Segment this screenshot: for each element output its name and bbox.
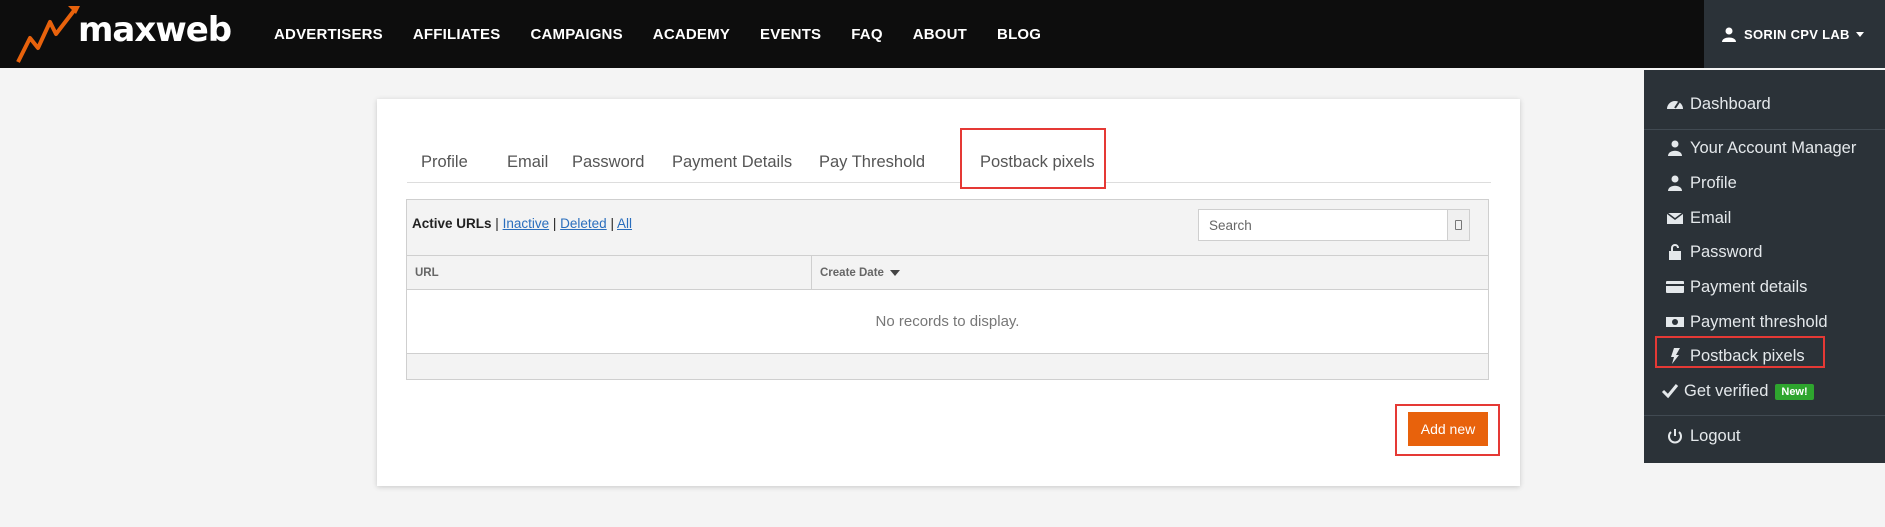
dashboard-icon [1667, 101, 1683, 109]
checkmark-icon [1661, 384, 1679, 399]
filter-separator: | [610, 216, 614, 231]
create-date-label: Create Date [820, 267, 884, 279]
grid-footer [407, 353, 1488, 379]
menu-item-payment-threshold[interactable]: Payment threshold [1644, 306, 1885, 338]
filter-all-link[interactable]: All [617, 216, 632, 231]
get-verified-text: Get verified [1684, 382, 1769, 400]
filter-separator: | [495, 216, 499, 231]
menu-label-payment-details: Payment details [1690, 278, 1808, 296]
tab-payment-details[interactable]: Payment Details [672, 153, 792, 172]
new-badge: New! [1775, 384, 1814, 400]
menu-item-password[interactable]: Password [1644, 236, 1885, 268]
menu-item-account-manager[interactable]: Your Account Manager [1644, 132, 1885, 164]
menu-divider [1644, 415, 1885, 416]
filter-deleted-link[interactable]: Deleted [560, 216, 607, 231]
credit-card-icon [1666, 281, 1684, 293]
menu-label-logout: Logout [1690, 427, 1741, 445]
add-new-button[interactable]: Add new [1408, 412, 1488, 446]
grid-toolbar: Active URLs | Inactive | Deleted | All [407, 200, 1488, 256]
menu-label-payment-threshold: Payment threshold [1690, 313, 1828, 331]
settings-tabs: Profile Email Password Payment Details P… [407, 99, 1491, 189]
main-nav: ADVERTISERS AFFILIATES CAMPAIGNS ACADEMY… [274, 0, 1071, 68]
menu-item-payment-details[interactable]: Payment details [1644, 271, 1885, 303]
user-dropdown-menu: Dashboard Your Account Manager Profile E… [1644, 70, 1885, 463]
column-title-url: URL [415, 267, 439, 279]
menu-item-logout[interactable]: Logout [1644, 420, 1885, 452]
user-menu-label: SORIN CPV LAB [1744, 26, 1850, 42]
logo-text-max: max [78, 10, 156, 50]
menu-item-get-verified[interactable]: Get verified New! [1644, 375, 1885, 407]
logo-lightning-icon [16, 6, 80, 63]
menu-divider [1644, 129, 1885, 130]
menu-item-email[interactable]: Email [1644, 202, 1885, 234]
chevron-down-icon [1855, 31, 1864, 37]
search-icon [1455, 220, 1462, 230]
tab-password[interactable]: Password [572, 153, 644, 172]
column-header-create-date[interactable]: Create Date [812, 256, 1488, 289]
nav-about[interactable]: ABOUT [913, 26, 967, 43]
account-manager-icon [1668, 140, 1682, 156]
tab-postback-pixels-highlight: Postback pixels [960, 128, 1106, 189]
nav-faq[interactable]: FAQ [851, 26, 882, 43]
user-menu-button[interactable]: SORIN CPV LAB [1704, 0, 1885, 68]
nav-academy[interactable]: ACADEMY [653, 26, 730, 43]
column-title-create-date: Create Date [820, 267, 900, 279]
column-header-url[interactable]: URL [407, 256, 812, 289]
tab-profile[interactable]: Profile [421, 153, 468, 172]
sort-desc-icon [889, 269, 900, 276]
tab-email[interactable]: Email [507, 153, 548, 172]
nav-advertisers[interactable]: ADVERTISERS [274, 26, 383, 43]
empty-message: No records to display. [875, 312, 1020, 330]
money-icon [1666, 317, 1684, 327]
menu-label-get-verified: Get verified New! [1684, 382, 1814, 401]
search-button[interactable] [1447, 210, 1469, 240]
menu-label-email: Email [1690, 209, 1732, 227]
search-input[interactable] [1199, 210, 1447, 240]
nav-events[interactable]: EVENTS [760, 26, 821, 43]
filter-separator: | [552, 216, 557, 231]
tab-pay-threshold[interactable]: Pay Threshold [819, 153, 925, 172]
nav-campaigns[interactable]: CAMPAIGNS [530, 26, 622, 43]
unlock-icon [1669, 244, 1681, 260]
logo-text-web: web [155, 10, 232, 50]
filter-inactive-link[interactable]: Inactive [503, 216, 550, 231]
url-filters: Active URLs | Inactive | Deleted | All [412, 216, 632, 231]
menu-label-dashboard: Dashboard [1690, 95, 1771, 113]
profile-icon [1668, 175, 1682, 191]
user-icon [1722, 27, 1736, 42]
nav-affiliates[interactable]: AFFILIATES [413, 26, 501, 43]
menu-label-password: Password [1690, 243, 1763, 261]
menu-item-dashboard[interactable]: Dashboard [1644, 88, 1885, 120]
top-navbar: maxweb ADVERTISERS AFFILIATES CAMPAIGNS … [0, 0, 1885, 68]
tab-postback-pixels[interactable]: Postback pixels [980, 153, 1104, 172]
postback-menu-highlight [1655, 336, 1825, 368]
menu-label-account-manager: Your Account Manager [1690, 139, 1857, 157]
menu-label-profile: Profile [1690, 174, 1737, 192]
postback-grid: Active URLs | Inactive | Deleted | All U… [406, 199, 1489, 380]
filter-active-urls[interactable]: Active URLs [412, 216, 492, 231]
nav-blog[interactable]: BLOG [997, 26, 1041, 43]
envelope-icon [1666, 212, 1684, 224]
maxweb-logo[interactable]: maxweb [16, 4, 236, 64]
power-icon [1668, 429, 1682, 444]
grid-header: URL Create Date [407, 256, 1488, 290]
menu-item-profile[interactable]: Profile [1644, 167, 1885, 199]
settings-card: Profile Email Password Payment Details P… [377, 99, 1520, 486]
search-box [1198, 209, 1470, 241]
logo-text: maxweb [78, 10, 232, 50]
